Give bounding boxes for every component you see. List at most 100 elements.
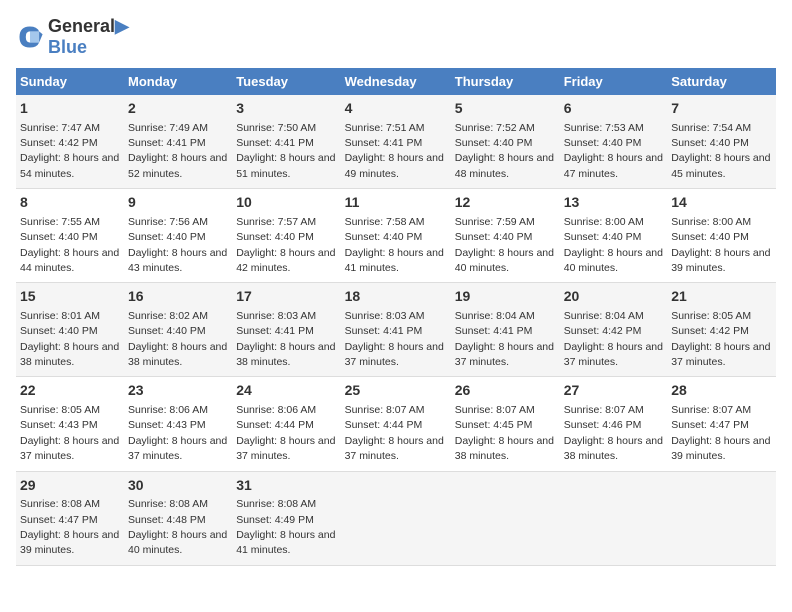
cell-sunset: Sunset: 4:40 PM <box>671 137 749 149</box>
cell-daylight: Daylight: 8 hours and 37 minutes. <box>345 341 444 368</box>
cell-daylight: Daylight: 8 hours and 39 minutes. <box>671 435 770 462</box>
day-number: 5 <box>455 99 556 119</box>
day-header-saturday: Saturday <box>667 68 776 95</box>
calendar-cell: 30 Sunrise: 8:08 AM Sunset: 4:48 PM Dayligh… <box>124 471 232 565</box>
calendar-cell: 25Sunrise: 8:07 AMSunset: 4:44 PMDayligh… <box>341 377 451 471</box>
calendar-cell: 16Sunrise: 8:02 AMSunset: 4:40 PMDayligh… <box>124 283 232 377</box>
week-row-1: 1Sunrise: 7:47 AMSunset: 4:42 PMDaylight… <box>16 95 776 189</box>
cell-sunrise: Sunrise: 8:01 AM <box>20 310 100 322</box>
cell-sunrise: Sunrise: 8:03 AM <box>345 310 425 322</box>
calendar-cell: 2Sunrise: 7:49 AMSunset: 4:41 PMDaylight… <box>124 95 232 189</box>
cell-sunrise: Sunrise: 8:05 AM <box>20 404 100 416</box>
cell-sunrise: Sunrise: 7:57 AM <box>236 216 316 228</box>
cell-daylight: Daylight: 8 hours and 47 minutes. <box>564 152 663 179</box>
calendar-cell: 17Sunrise: 8:03 AMSunset: 4:41 PMDayligh… <box>232 283 340 377</box>
cell-sunrise: Sunrise: 8:03 AM <box>236 310 316 322</box>
cell-daylight: Daylight: 8 hours and 38 minutes. <box>20 341 119 368</box>
cell-sunset: Sunset: 4:42 PM <box>564 325 642 337</box>
calendar-cell: 20 Sunrise: 8:04 AM Sunset: 4:42 PM Dayligh… <box>560 283 667 377</box>
calendar-cell: 9Sunrise: 7:56 AMSunset: 4:40 PMDaylight… <box>124 189 232 283</box>
cell-sunrise: Sunrise: 7:50 AM <box>236 122 316 134</box>
cell-sunrise: Sunrise: 7:54 AM <box>671 122 751 134</box>
calendar-cell: 13Sunrise: 8:00 AMSunset: 4:40 PMDayligh… <box>560 189 667 283</box>
day-header-monday: Monday <box>124 68 232 95</box>
cell-daylight: Daylight: 8 hours and 51 minutes. <box>236 152 335 179</box>
cell-sunset: Sunset: 4:45 PM <box>455 419 533 431</box>
cell-sunset: Sunset: 4:40 PM <box>671 231 749 243</box>
cell-sunset: Sunset: 4:41 PM <box>236 137 314 149</box>
day-number: 20 <box>564 287 663 307</box>
day-header-friday: Friday <box>560 68 667 95</box>
cell-sunset: Sunset: 4:40 PM <box>128 325 206 337</box>
day-number: 18 <box>345 287 447 307</box>
cell-daylight: Daylight: 8 hours and 54 minutes. <box>20 152 119 179</box>
day-number: 30 <box>128 476 228 496</box>
cell-sunset: Sunset: 4:43 PM <box>128 419 206 431</box>
header: General▶ Blue <box>16 16 776 58</box>
cell-sunrise: Sunrise: 7:47 AM <box>20 122 100 134</box>
cell-daylight: Daylight: 8 hours and 39 minutes. <box>20 529 119 556</box>
cell-daylight: Daylight: 8 hours and 41 minutes. <box>236 529 335 556</box>
week-row-2: 8 Sunrise: 7:55 AM Sunset: 4:40 PM Daylight… <box>16 189 776 283</box>
logo-text: General▶ Blue <box>48 16 129 58</box>
calendar-cell: 3Sunrise: 7:50 AMSunset: 4:41 PMDaylight… <box>232 95 340 189</box>
cell-daylight: Daylight: 8 hours and 37 minutes. <box>671 341 770 368</box>
cell-sunset: Sunset: 4:40 PM <box>128 231 206 243</box>
calendar-cell: 7Sunrise: 7:54 AMSunset: 4:40 PMDaylight… <box>667 95 776 189</box>
cell-sunrise: Sunrise: 8:00 AM <box>671 216 751 228</box>
cell-sunset: Sunset: 4:41 PM <box>455 325 533 337</box>
calendar-cell: 23Sunrise: 8:06 AMSunset: 4:43 PMDayligh… <box>124 377 232 471</box>
day-header-thursday: Thursday <box>451 68 560 95</box>
day-header-tuesday: Tuesday <box>232 68 340 95</box>
calendar-cell: 19Sunrise: 8:04 AMSunset: 4:41 PMDayligh… <box>451 283 560 377</box>
day-number: 2 <box>128 99 228 119</box>
calendar-cell: 14Sunrise: 8:00 AMSunset: 4:40 PMDayligh… <box>667 189 776 283</box>
cell-daylight: Daylight: 8 hours and 37 minutes. <box>236 435 335 462</box>
day-number: 29 <box>20 476 120 496</box>
cell-daylight: Daylight: 8 hours and 38 minutes. <box>564 435 663 462</box>
calendar-cell: 28Sunrise: 8:07 AMSunset: 4:47 PMDayligh… <box>667 377 776 471</box>
calendar-cell: 15Sunrise: 8:01 AMSunset: 4:40 PMDayligh… <box>16 283 124 377</box>
cell-sunset: Sunset: 4:48 PM <box>128 514 206 526</box>
cell-daylight: Daylight: 8 hours and 38 minutes. <box>236 341 335 368</box>
cell-daylight: Daylight: 8 hours and 45 minutes. <box>671 152 770 179</box>
cell-sunrise: Sunrise: 8:08 AM <box>236 498 316 510</box>
cell-sunrise: Sunrise: 8:08 AM <box>128 498 208 510</box>
day-header-wednesday: Wednesday <box>341 68 451 95</box>
cell-sunrise: Sunrise: 7:58 AM <box>345 216 425 228</box>
cell-sunrise: Sunrise: 8:07 AM <box>345 404 425 416</box>
cell-sunrise: Sunrise: 8:07 AM <box>455 404 535 416</box>
day-number: 16 <box>128 287 228 307</box>
cell-daylight: Daylight: 8 hours and 37 minutes. <box>455 341 554 368</box>
cell-sunrise: Sunrise: 8:04 AM <box>564 310 644 322</box>
cell-sunrise: Sunrise: 7:53 AM <box>564 122 644 134</box>
day-number: 10 <box>236 193 336 213</box>
cell-sunrise: Sunrise: 8:07 AM <box>564 404 644 416</box>
day-number: 28 <box>671 381 772 401</box>
cell-daylight: Daylight: 8 hours and 37 minutes. <box>564 341 663 368</box>
day-number: 25 <box>345 381 447 401</box>
cell-sunset: Sunset: 4:40 PM <box>20 325 98 337</box>
cell-sunset: Sunset: 4:42 PM <box>20 137 98 149</box>
cell-sunrise: Sunrise: 8:06 AM <box>236 404 316 416</box>
day-header-sunday: Sunday <box>16 68 124 95</box>
day-number: 8 <box>20 193 120 213</box>
cell-sunset: Sunset: 4:41 PM <box>345 137 423 149</box>
cell-daylight: Daylight: 8 hours and 52 minutes. <box>128 152 227 179</box>
cell-sunset: Sunset: 4:40 PM <box>20 231 98 243</box>
cell-sunset: Sunset: 4:40 PM <box>455 137 533 149</box>
cell-daylight: Daylight: 8 hours and 49 minutes. <box>345 152 444 179</box>
calendar-cell: 21Sunrise: 8:05 AMSunset: 4:42 PMDayligh… <box>667 283 776 377</box>
calendar-cell: 22Sunrise: 8:05 AMSunset: 4:43 PMDayligh… <box>16 377 124 471</box>
calendar-cell <box>667 471 776 565</box>
cell-sunrise: Sunrise: 7:56 AM <box>128 216 208 228</box>
cell-sunset: Sunset: 4:44 PM <box>236 419 314 431</box>
calendar-cell: 18Sunrise: 8:03 AMSunset: 4:41 PMDayligh… <box>341 283 451 377</box>
cell-sunset: Sunset: 4:40 PM <box>236 231 314 243</box>
cell-daylight: Daylight: 8 hours and 40 minutes. <box>128 529 227 556</box>
cell-sunrise: Sunrise: 7:55 AM <box>20 216 100 228</box>
day-number: 14 <box>671 193 772 213</box>
cell-sunset: Sunset: 4:42 PM <box>671 325 749 337</box>
cell-daylight: Daylight: 8 hours and 42 minutes. <box>236 247 335 274</box>
cell-sunset: Sunset: 4:41 PM <box>128 137 206 149</box>
